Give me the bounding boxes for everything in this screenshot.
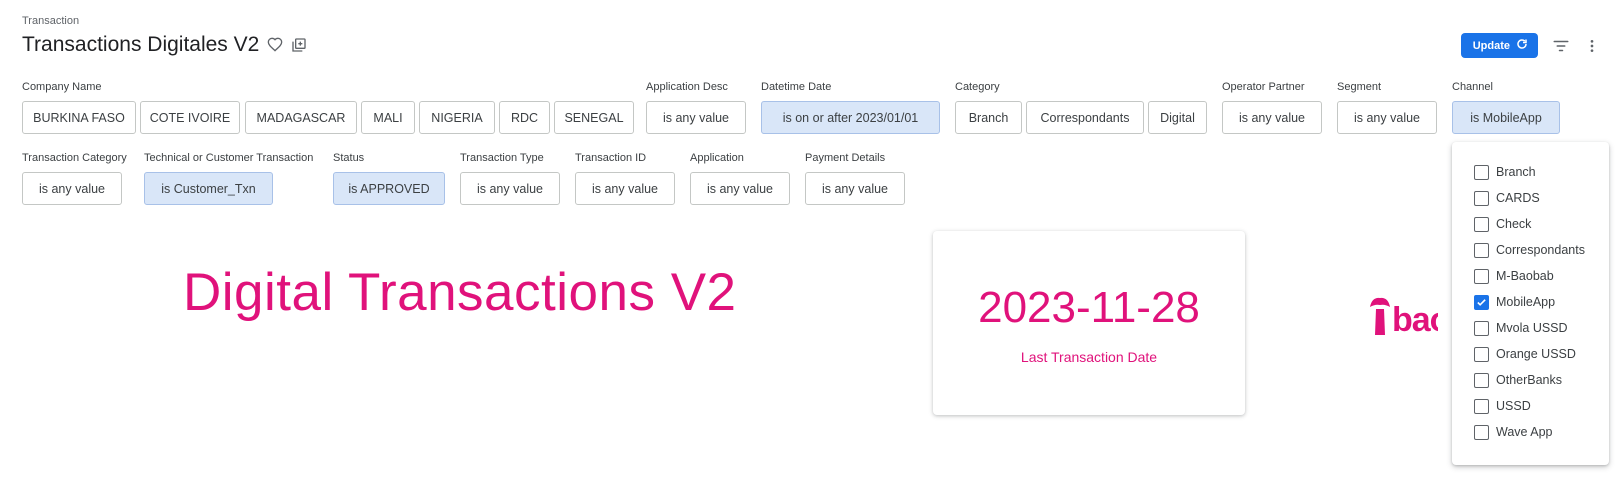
checkbox[interactable]	[1474, 320, 1489, 336]
option-label: Correspondants	[1496, 243, 1585, 257]
refresh-icon	[1516, 38, 1528, 53]
channel-option-ussd[interactable]: USSD	[1474, 396, 1531, 416]
checkbox[interactable]	[1474, 372, 1489, 388]
transaction-id-filter[interactable]: is any value	[575, 172, 675, 205]
transaction-type-filter[interactable]: is any value	[460, 172, 560, 205]
channel-option-mobileapp[interactable]: MobileApp	[1474, 292, 1555, 312]
heart-icon[interactable]	[267, 37, 283, 53]
kpi-label: Last Transaction Date	[1020, 349, 1158, 365]
header-actions: Update	[1460, 33, 1600, 58]
breadcrumb[interactable]: Transaction	[22, 15, 79, 27]
channel-option-wave-app[interactable]: Wave App	[1474, 422, 1553, 442]
channel-option-otherbanks[interactable]: OtherBanks	[1474, 370, 1562, 390]
checkbox[interactable]	[1474, 242, 1489, 258]
company-chip-senegal[interactable]: SENEGAL	[554, 101, 634, 134]
channel-dropdown: Branch CARDS Check Correspondants M-Baob…	[1452, 142, 1609, 465]
page-title: Transactions Digitales V2	[22, 33, 260, 56]
company-chip-mali[interactable]: MALI	[361, 101, 415, 134]
category-chip-correspondants[interactable]: Correspondants	[1026, 101, 1144, 134]
update-label: Update	[1472, 39, 1510, 52]
check-icon	[1477, 298, 1486, 306]
logo-text: bao	[1392, 301, 1438, 339]
checkbox[interactable]	[1474, 216, 1489, 232]
status-filter[interactable]: is APPROVED	[333, 172, 445, 205]
option-label: CARDS	[1496, 191, 1540, 205]
company-chip-rdc[interactable]: RDC	[499, 101, 550, 134]
option-label: Wave App	[1496, 425, 1553, 439]
checkbox[interactable]	[1474, 190, 1489, 206]
baobab-tree-icon	[1370, 297, 1390, 335]
option-label: Branch	[1496, 165, 1536, 179]
filter-label-technical-customer: Technical or Customer Transaction	[144, 152, 314, 164]
application-filter[interactable]: is any value	[690, 172, 790, 205]
filter-label-operator-partner: Operator Partner	[1222, 81, 1305, 93]
checkbox[interactable]	[1474, 346, 1489, 362]
option-label: OtherBanks	[1496, 373, 1563, 387]
channel-option-cards[interactable]: CARDS	[1474, 188, 1540, 208]
channel-option-correspondants[interactable]: Correspondants	[1474, 240, 1585, 260]
filter-label-datetime-date: Datetime Date	[761, 81, 832, 93]
checkbox[interactable]	[1474, 268, 1489, 284]
category-chip-branch[interactable]: Branch	[955, 101, 1022, 134]
segment-filter[interactable]: is any value	[1337, 101, 1437, 134]
filter-label-transaction-category: Transaction Category	[22, 152, 127, 164]
filter-label-company: Company Name	[22, 81, 102, 93]
channel-option-orange-ussd[interactable]: Orange USSD	[1474, 344, 1576, 364]
option-label: Orange USSD	[1496, 347, 1576, 361]
channel-option-m-baobab[interactable]: M-Baobab	[1474, 266, 1554, 286]
filter-label-category: Category	[955, 81, 1000, 93]
operator-partner-filter[interactable]: is any value	[1222, 101, 1322, 134]
channel-option-check[interactable]: Check	[1474, 214, 1531, 234]
update-button[interactable]: Update	[1460, 33, 1538, 58]
option-label: USSD	[1496, 399, 1531, 413]
copy-icon[interactable]	[291, 37, 307, 53]
channel-option-branch[interactable]: Branch	[1474, 162, 1536, 182]
option-label: Mvola USSD	[1496, 321, 1568, 335]
filter-label-segment: Segment	[1337, 81, 1382, 93]
company-chip-nigeria[interactable]: NIGERIA	[419, 101, 495, 134]
more-vert-icon[interactable]	[1584, 38, 1600, 54]
filter-label-payment-details: Payment Details	[805, 152, 886, 164]
channel-option-mvola-ussd[interactable]: Mvola USSD	[1474, 318, 1568, 338]
title-row: Transactions Digitales V2	[22, 33, 307, 57]
option-label: MobileApp	[1496, 295, 1556, 309]
dashboard-title: Digital Transactions V2	[183, 263, 737, 322]
checkbox[interactable]	[1474, 164, 1489, 180]
category-chip-digital[interactable]: Digital	[1148, 101, 1207, 134]
filter-label-transaction-type: Transaction Type	[460, 152, 544, 164]
filter-label-application-desc: Application Desc	[646, 81, 728, 93]
transaction-category-filter[interactable]: is any value	[22, 172, 122, 205]
company-chip-madagascar[interactable]: MADAGASCAR	[245, 101, 357, 134]
baobab-logo: bao	[1368, 293, 1438, 343]
option-label: Check	[1496, 217, 1532, 231]
checkbox[interactable]	[1474, 398, 1489, 414]
channel-filter[interactable]: is MobileApp	[1452, 101, 1560, 134]
kpi-card: 2023-11-28 Last Transaction Date	[933, 231, 1245, 415]
datetime-date-filter[interactable]: is on or after 2023/01/01	[761, 101, 940, 134]
option-label: M-Baobab	[1496, 269, 1554, 283]
kpi-value: 2023-11-28	[978, 283, 1200, 332]
application-desc-filter[interactable]: is any value	[646, 101, 746, 134]
company-chip-burkina-faso[interactable]: BURKINA FASO	[22, 101, 136, 134]
filter-icon[interactable]	[1552, 37, 1570, 55]
payment-details-filter[interactable]: is any value	[805, 172, 905, 205]
filter-label-transaction-id: Transaction ID	[575, 152, 647, 164]
checkbox[interactable]	[1474, 424, 1489, 440]
technical-customer-filter[interactable]: is Customer_Txn	[144, 172, 273, 205]
filter-label-status: Status	[333, 152, 365, 164]
checkbox-checked[interactable]	[1474, 294, 1489, 310]
filter-label-channel: Channel	[1452, 81, 1493, 93]
filter-label-application: Application	[690, 152, 744, 164]
company-chip-cote-ivoire[interactable]: COTE IVOIRE	[140, 101, 240, 134]
